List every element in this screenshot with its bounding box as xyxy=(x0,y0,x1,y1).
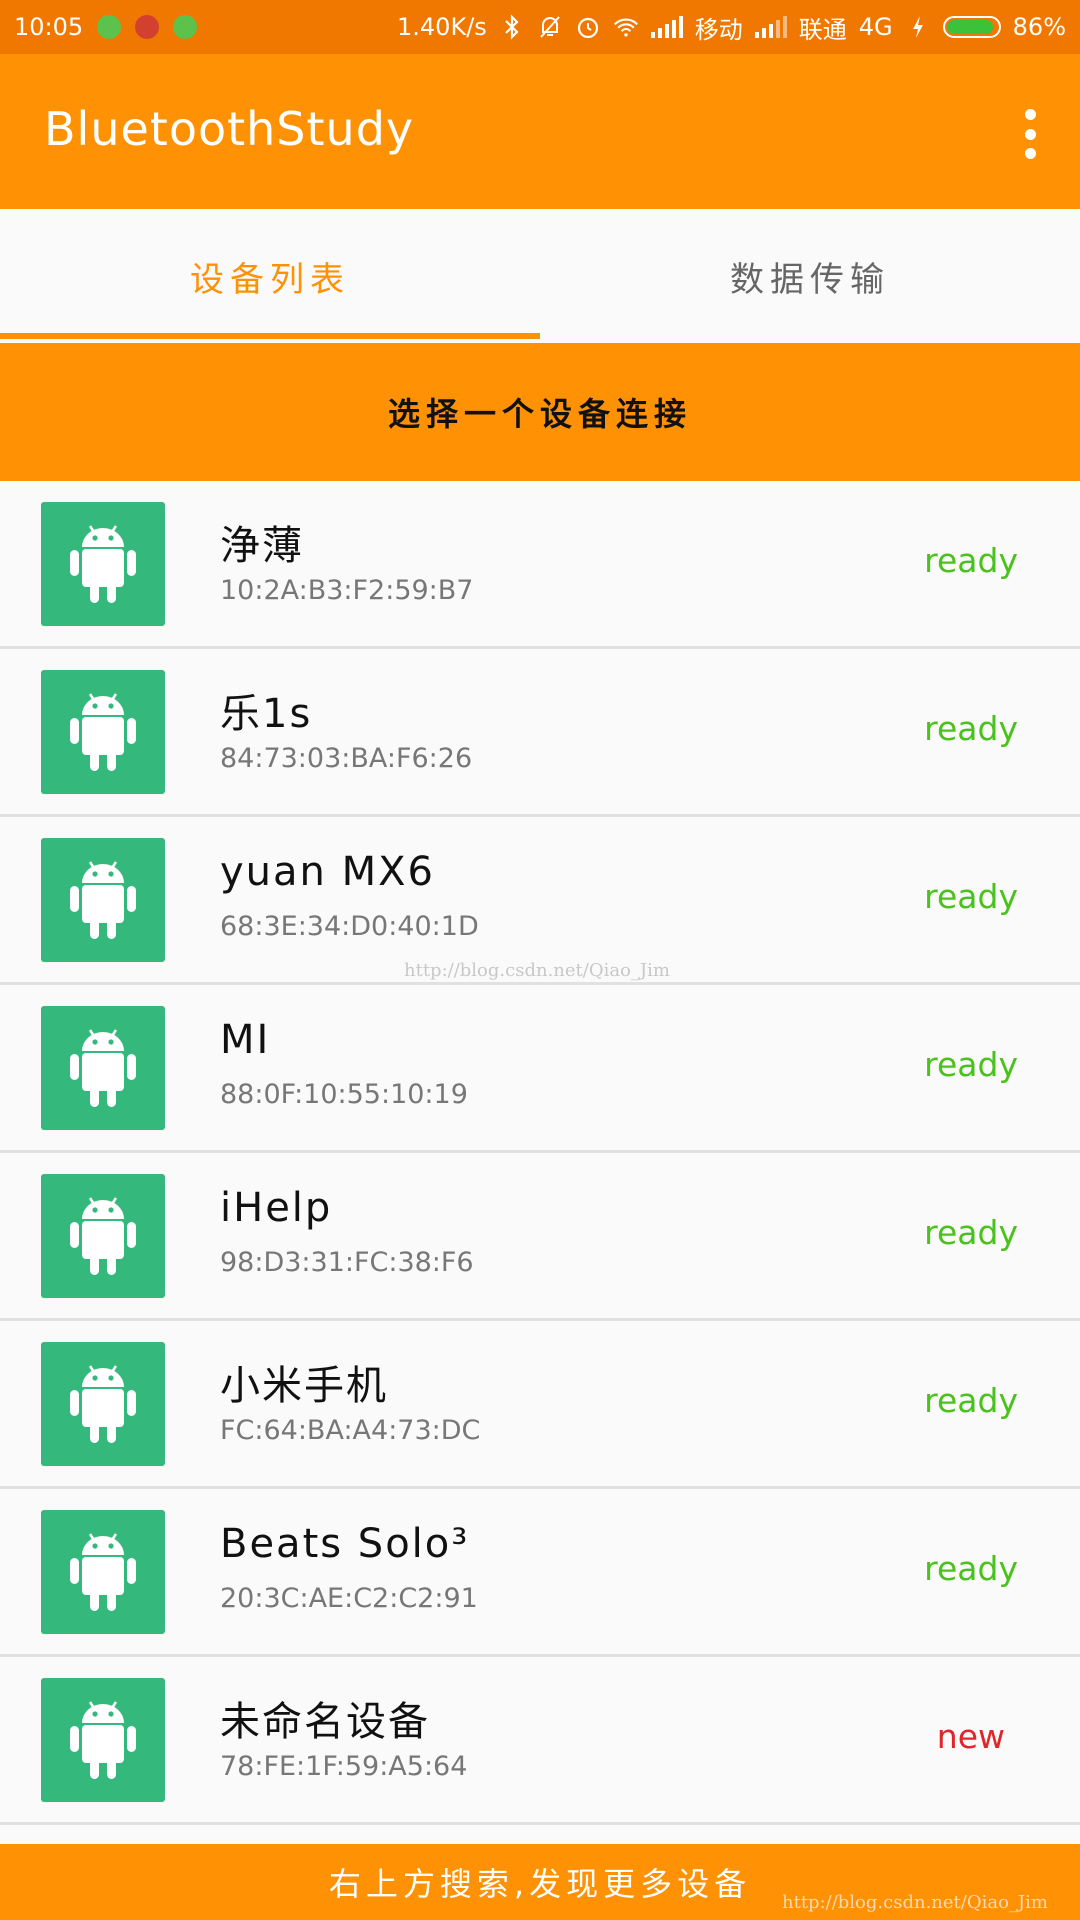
android-icon xyxy=(173,15,198,39)
device-name: iHelp xyxy=(220,1185,333,1231)
device-status: ready xyxy=(924,1381,1018,1420)
device-status: ready xyxy=(924,541,1018,580)
signal-icon-2 xyxy=(754,16,787,38)
tab-data-transfer[interactable]: 数据传输 xyxy=(540,209,1080,343)
device-mac: 78:FE:1F:59:A5:64 xyxy=(220,1751,468,1782)
clock: 10:05 xyxy=(14,13,84,41)
alarm-icon xyxy=(575,14,601,40)
device-mac: 10:2A:B3:F2:59:B7 xyxy=(220,575,474,606)
carrier-1: 移动 xyxy=(694,15,743,44)
device-list: 浄薄 10:2A:B3:F2:59:B7 ready 乐1s 84:73:03:… xyxy=(0,481,1080,1825)
network-type: 4G xyxy=(858,13,893,41)
device-row[interactable]: 乐1s 84:73:03:BA:F6:26 ready xyxy=(0,649,1080,817)
sim-icon xyxy=(97,15,122,39)
android-icon xyxy=(41,502,165,626)
android-icon xyxy=(41,1006,165,1130)
watermark-corner: http://blog.csdn.net/Qiao_Jim xyxy=(782,1892,1048,1913)
device-row[interactable]: 未命名设备 78:FE:1F:59:A5:64 new xyxy=(0,1657,1080,1825)
app-icon xyxy=(135,15,160,39)
device-mac: 88:0F:10:55:10:19 xyxy=(220,1079,468,1110)
device-row[interactable]: iHelp 98:D3:31:FC:38:F6 ready xyxy=(0,1153,1080,1321)
battery-icon xyxy=(942,16,1001,38)
device-name: 乐1s xyxy=(220,691,313,737)
device-name: MI xyxy=(220,1017,271,1063)
device-mac: 20:3C:AE:C2:C2:91 xyxy=(220,1583,478,1614)
bluetooth-icon xyxy=(499,14,525,40)
watermark: http://blog.csdn.net/Qiao_Jim xyxy=(404,960,670,981)
battery-level: 86% xyxy=(1012,13,1066,41)
device-mac: FC:64:BA:A4:73:DC xyxy=(220,1415,481,1446)
device-name: yuan MX6 xyxy=(220,849,435,895)
charging-icon xyxy=(905,14,931,40)
carrier-2: 联通 xyxy=(798,15,847,44)
wifi-icon xyxy=(613,14,639,40)
android-icon xyxy=(41,1510,165,1634)
device-name: Beats Solo³ xyxy=(220,1521,470,1567)
android-icon xyxy=(41,1342,165,1466)
device-row[interactable]: Beats Solo³ 20:3C:AE:C2:C2:91 ready xyxy=(0,1489,1080,1657)
net-speed: 1.40K/s xyxy=(397,13,487,41)
app-bar: BluetoothStudy xyxy=(0,54,1080,209)
device-status: ready xyxy=(924,1549,1018,1588)
device-status: ready xyxy=(924,1213,1018,1252)
device-row[interactable]: 小米手机 FC:64:BA:A4:73:DC ready xyxy=(0,1321,1080,1489)
mute-icon xyxy=(537,14,563,40)
signal-icon xyxy=(650,16,683,38)
android-icon xyxy=(41,1678,165,1802)
device-status: ready xyxy=(924,709,1018,748)
status-bar: 10:05 1.40K/s 移动 联通 4G 86% xyxy=(0,0,1080,54)
tab-device-list[interactable]: 设备列表 xyxy=(0,209,540,343)
device-name: 小米手机 xyxy=(220,1363,388,1409)
device-name: 未命名设备 xyxy=(220,1699,430,1745)
device-status: ready xyxy=(924,1045,1018,1084)
select-device-banner: 选择一个设备连接 xyxy=(0,343,1080,481)
app-title: BluetoothStudy xyxy=(44,102,415,156)
device-mac: 84:73:03:BA:F6:26 xyxy=(220,743,473,774)
tab-bar: 设备列表 数据传输 xyxy=(0,209,1080,343)
device-status: new xyxy=(936,1717,1005,1756)
device-name: 浄薄 xyxy=(220,523,304,569)
device-row[interactable]: MI 88:0F:10:55:10:19 ready xyxy=(0,985,1080,1153)
device-row[interactable]: 浄薄 10:2A:B3:F2:59:B7 ready xyxy=(0,481,1080,649)
device-mac: 98:D3:31:FC:38:F6 xyxy=(220,1247,474,1278)
more-vert-icon[interactable] xyxy=(1020,109,1040,159)
device-mac: 68:3E:34:D0:40:1D xyxy=(220,911,479,942)
android-icon xyxy=(41,1174,165,1298)
android-icon xyxy=(41,838,165,962)
device-status: ready xyxy=(924,877,1018,916)
android-icon xyxy=(41,670,165,794)
